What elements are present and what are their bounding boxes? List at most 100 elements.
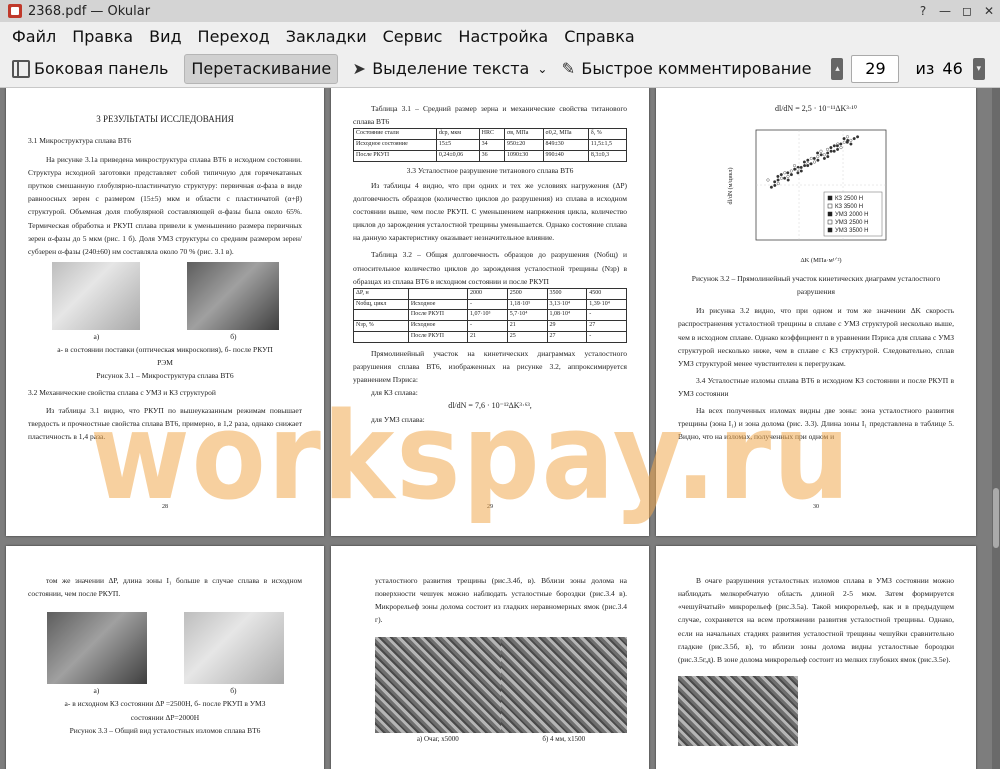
table-cell	[353, 309, 409, 322]
menu-file[interactable]: Файл	[4, 27, 64, 46]
fracture-photo-b	[183, 612, 284, 685]
table-cell: dср, мкм	[435, 128, 480, 141]
text-select-tool-button[interactable]: ➤ Выделение текста ⌄	[344, 54, 553, 84]
legend-label: УМЗ 2500 Н	[835, 220, 868, 226]
pdf-page-29: Таблица 3.1 – Средний размер зерна и мех…	[331, 88, 649, 536]
menu-bookmarks[interactable]: Закладки	[278, 27, 375, 46]
menu-view[interactable]: Вид	[141, 27, 189, 46]
scatter-point	[842, 140, 846, 144]
table-cell: 3500	[546, 287, 588, 300]
paragraph: усталостного развития трещины (рис.3.4б,…	[375, 576, 627, 625]
paragraph: Прямолинейный участок на кинетических ди…	[353, 348, 627, 384]
chevron-down-icon[interactable]: ⌄	[537, 62, 547, 76]
equation: dl/dN = 2,5 · 10⁻¹¹ΔK³·¹⁰	[774, 104, 857, 113]
scatter-point	[773, 180, 777, 184]
menu-settings[interactable]: Настройка	[450, 27, 556, 46]
scatter-point	[802, 160, 806, 164]
table-caption: Таблица 3.2 – Общая долговечность образц…	[353, 250, 627, 286]
label-kz: для КЗ сплава:	[371, 388, 418, 398]
cursor-icon: ➤	[352, 58, 366, 78]
table-cell: 849±30	[542, 139, 589, 151]
menu-edit[interactable]: Правка	[64, 27, 141, 46]
scatter-point	[816, 155, 820, 159]
table-cell: 3,13·10⁴	[546, 298, 588, 311]
equation: dl/dN = 7,6 · 10⁻¹²ΔK³·⁶³,	[448, 401, 532, 411]
figure-label-b: б)	[230, 331, 237, 341]
table-cell: 2500	[506, 287, 548, 300]
scatter-point	[825, 147, 829, 151]
table-cell: 25	[506, 330, 548, 343]
menu-go[interactable]: Переход	[190, 27, 278, 46]
scatter-point	[819, 149, 823, 153]
menu-tools[interactable]: Сервис	[375, 27, 451, 46]
paragraph: Из таблицы 3.1 видно, что РКУП по вышеук…	[28, 405, 302, 441]
scrollbar-thumb[interactable]	[993, 488, 999, 548]
close-icon[interactable]: ✕	[978, 0, 1000, 22]
scatter-point	[826, 155, 830, 159]
scatter-point	[856, 135, 860, 139]
table-cell: 4500	[586, 287, 627, 300]
table-cell: 0,24±0,06	[435, 149, 480, 162]
table-cell: После РКУП	[407, 330, 469, 343]
figure-caption: Рисунок 3.3 – Общий вид усталостных изло…	[69, 725, 261, 735]
page-navigator: ▴ 29 из 46 ▾	[831, 54, 985, 83]
legend-label: УМЗ 3500 Н	[835, 228, 868, 234]
table-cell: Исходное	[407, 298, 469, 311]
table-cell: -	[467, 320, 508, 332]
sidebar-label: Боковая панель	[34, 59, 169, 78]
table-cell: Исходное	[407, 320, 469, 332]
table-cell: 11,5±1,5	[587, 139, 628, 151]
browse-tool-button[interactable]: Перетаскивание	[184, 53, 339, 84]
table-row: Состояние стали dср, мкм HRC σв, МПа σ0,2, М…	[353, 128, 628, 141]
table-cell: σв, МПа	[503, 128, 544, 141]
paragraph: том же значении ΔP, длина зоны I₁ больше…	[28, 576, 302, 599]
table-cell: 8,3±0,3	[587, 149, 628, 162]
menu-help[interactable]: Справка	[556, 27, 643, 46]
table-cell: 27	[586, 320, 627, 332]
scatter-point	[803, 164, 807, 168]
help-icon[interactable]: ?	[912, 0, 934, 22]
scatter-point	[852, 137, 856, 141]
next-page-icon[interactable]: ▾	[972, 57, 985, 80]
table-cell: 990±40	[542, 149, 589, 162]
legend-marker	[827, 219, 833, 225]
pdf-page-28: 3 РЕЗУЛЬТАТЫ ИССЛЕДОВАНИЯ 3.1 Микрострук…	[6, 88, 324, 536]
table-cell: 1,07·10⁵	[467, 309, 508, 322]
scatter-point	[836, 147, 840, 151]
table-row: Nзр, % Исходное -21 29 27	[353, 320, 627, 332]
table-cell: δ, %	[587, 128, 628, 141]
menu-bar: Файл Правка Вид Переход Закладки Сервис …	[0, 22, 1000, 50]
sidebar-icon	[12, 59, 30, 78]
scatter-point	[832, 149, 836, 153]
scatter-point	[766, 178, 770, 182]
okular-app-icon	[8, 4, 22, 18]
minimize-icon[interactable]: —	[934, 0, 956, 22]
scatter-point	[779, 173, 783, 177]
document-viewport[interactable]: 3 РЕЗУЛЬТАТЫ ИССЛЕДОВАНИЯ 3.1 Микрострук…	[0, 88, 1000, 769]
browse-tool-label: Перетаскивание	[191, 59, 332, 78]
figure-caption-line2: РЭМ	[157, 358, 173, 368]
micrograph-b	[186, 261, 279, 330]
page-number-input[interactable]: 29	[851, 54, 900, 83]
scatter-point	[809, 162, 813, 166]
scatter-point	[799, 165, 803, 169]
table-cell: 29	[546, 320, 588, 332]
scatter-point	[839, 142, 843, 146]
sem-image-a	[375, 636, 501, 733]
table-cell: После РКУП	[353, 149, 437, 162]
figure-caption-line: а- в состоянии поставки (оптическая микр…	[57, 345, 273, 354]
table-row: После РКУП 1,07·10⁵ 5,7·10⁴ 1,08·10⁴ -	[353, 309, 627, 322]
previous-page-icon[interactable]: ▴	[831, 57, 844, 80]
table-row: После РКУП 0,24±0,06 36 1090±30 990±40 8,3±0,…	[353, 149, 628, 162]
scatter-point	[842, 137, 846, 141]
scatter-point	[776, 174, 780, 178]
legend-label: УМЗ 2000 Н	[835, 212, 868, 218]
scatter-point	[786, 174, 790, 178]
quick-annotation-button[interactable]: ✎ Быстрое комментирование	[553, 54, 817, 84]
window-title: 2368.pdf — Okular	[28, 3, 151, 19]
scatter-point	[783, 176, 787, 180]
vertical-scrollbar[interactable]	[992, 88, 1000, 769]
scatter-point	[806, 158, 810, 162]
maximize-icon[interactable]: ◻	[956, 0, 978, 22]
sidebar-toggle-button[interactable]: Боковая панель	[6, 54, 174, 84]
